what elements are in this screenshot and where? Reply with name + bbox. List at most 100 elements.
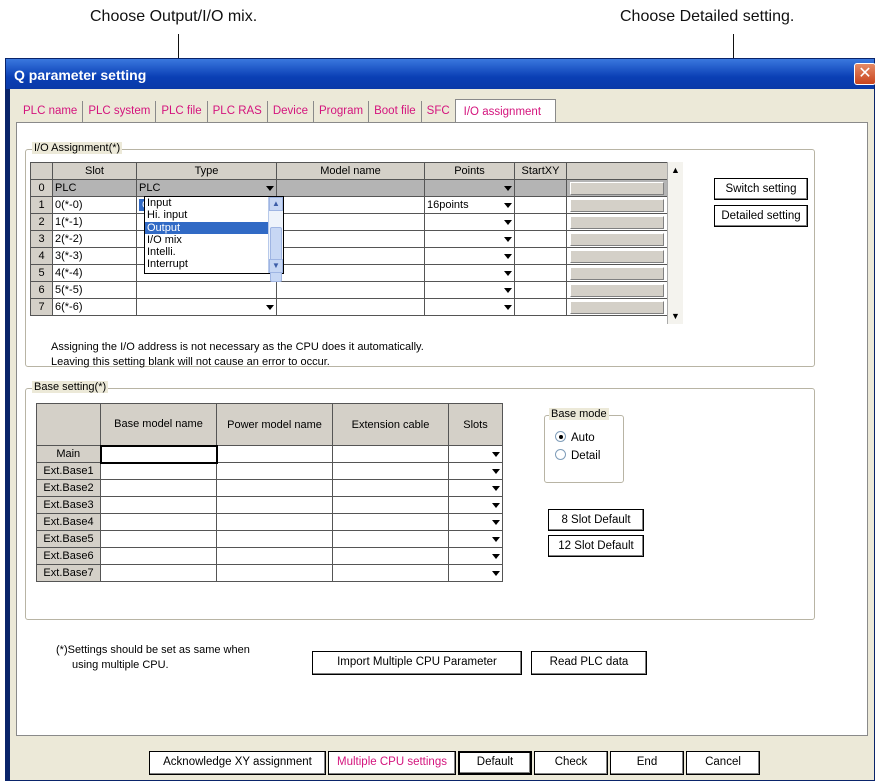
option-io-mix[interactable]: I/O mix [145, 234, 283, 246]
power-model-cell[interactable] [216, 564, 333, 582]
chevron-down-icon[interactable] [504, 220, 512, 225]
tab-program[interactable]: Program [314, 101, 370, 123]
cancel-button[interactable]: Cancel [686, 751, 760, 775]
chevron-down-icon[interactable] [492, 469, 500, 474]
tab-plc-file[interactable]: PLC file [156, 101, 208, 123]
extra-cell[interactable] [566, 213, 668, 231]
power-model-cell[interactable] [216, 496, 333, 514]
base-model-cell[interactable] [100, 496, 217, 514]
startxy-cell[interactable] [514, 298, 567, 316]
extra-cell[interactable] [566, 264, 668, 282]
slots-cell[interactable] [448, 445, 503, 463]
slots-cell[interactable] [448, 564, 503, 582]
dropdown-scrollbar[interactable]: ▲ ▼ [268, 197, 283, 282]
check-button[interactable]: Check [534, 751, 608, 775]
model-cell[interactable] [276, 247, 425, 265]
extension-cable-cell[interactable] [332, 445, 449, 463]
startxy-cell[interactable] [514, 230, 567, 248]
extra-cell[interactable] [566, 196, 668, 214]
chevron-down-icon[interactable] [492, 503, 500, 508]
chevron-down-icon[interactable] [504, 237, 512, 242]
slots-cell[interactable] [448, 479, 503, 497]
chevron-down-icon[interactable] [504, 288, 512, 293]
model-cell[interactable] [276, 196, 425, 214]
option-hi-input[interactable]: Hi. input [145, 209, 283, 221]
option-input[interactable]: Input [145, 197, 283, 209]
close-button[interactable]: ✕ [854, 63, 875, 85]
title-bar[interactable]: Q parameter setting ✕ [6, 59, 875, 89]
chevron-down-icon[interactable] [504, 271, 512, 276]
startxy-cell[interactable] [514, 196, 567, 214]
type-cell[interactable]: PLC [136, 179, 277, 197]
extension-cable-cell[interactable] [332, 462, 449, 480]
points-cell[interactable] [424, 247, 515, 265]
points-cell[interactable] [424, 264, 515, 282]
scroll-up-icon[interactable]: ▲ [269, 197, 283, 211]
slots-cell[interactable] [448, 496, 503, 514]
model-cell[interactable] [276, 298, 425, 316]
chevron-down-icon[interactable] [492, 554, 500, 559]
points-cell[interactable] [424, 213, 515, 231]
scroll-down-icon[interactable]: ▼ [269, 259, 283, 273]
startxy-cell[interactable] [514, 281, 567, 299]
chevron-down-icon[interactable] [504, 305, 512, 310]
tab-sfc[interactable]: SFC [422, 101, 455, 123]
slots-cell[interactable] [448, 462, 503, 480]
extension-cable-cell[interactable] [332, 479, 449, 497]
chevron-down-icon[interactable] [492, 520, 500, 525]
tab-io-assignment[interactable]: I/O assignment [454, 99, 557, 123]
extra-cell[interactable] [566, 298, 668, 316]
scroll-down-icon[interactable]: ▼ [668, 308, 683, 324]
model-cell[interactable] [276, 264, 425, 282]
extra-cell[interactable] [566, 281, 668, 299]
option-output[interactable]: Output [145, 221, 283, 234]
base-model-cell[interactable] [100, 462, 217, 480]
model-cell[interactable] [276, 281, 425, 299]
power-model-cell[interactable] [216, 530, 333, 548]
slots-cell[interactable] [448, 530, 503, 548]
chevron-down-icon[interactable] [492, 486, 500, 491]
model-cell[interactable] [276, 213, 425, 231]
power-model-cell[interactable] [216, 479, 333, 497]
startxy-cell[interactable] [514, 247, 567, 265]
slots-cell[interactable] [448, 547, 503, 565]
type-dropdown-list[interactable]: Input Hi. input Output I/O mix Intelli. … [144, 196, 284, 282]
points-cell[interactable]: 16points [424, 196, 515, 214]
chevron-down-icon[interactable] [492, 571, 500, 576]
chevron-down-icon[interactable] [492, 537, 500, 542]
slot12-default-button[interactable]: 12 Slot Default [548, 535, 644, 557]
type-cell[interactable] [136, 298, 277, 316]
base-model-cell[interactable] [100, 513, 217, 531]
power-model-cell[interactable] [216, 513, 333, 531]
multiple-cpu-settings-button[interactable]: Multiple CPU settings [328, 751, 456, 775]
chevron-down-icon[interactable] [266, 305, 274, 310]
startxy-cell[interactable] [514, 264, 567, 282]
base-model-cell[interactable] [100, 530, 217, 548]
detailed-setting-button[interactable]: Detailed setting [714, 205, 808, 227]
slot8-default-button[interactable]: 8 Slot Default [548, 509, 644, 531]
tab-device[interactable]: Device [268, 101, 314, 123]
option-intelli[interactable]: Intelli. [145, 246, 283, 258]
extension-cable-cell[interactable] [332, 513, 449, 531]
ack-xy-assignment-button[interactable]: Acknowledge XY assignment [149, 751, 326, 775]
base-model-cell[interactable] [100, 479, 217, 497]
scroll-thumb[interactable] [270, 227, 282, 282]
option-interrupt[interactable]: Interrupt [145, 258, 283, 270]
chevron-down-icon[interactable] [504, 254, 512, 259]
tab-plc-system[interactable]: PLC system [83, 101, 157, 123]
io-grid-scrollbar[interactable]: ▲ ▼ [667, 162, 683, 324]
model-cell[interactable] [276, 230, 425, 248]
extension-cable-cell[interactable] [332, 530, 449, 548]
tab-plc-ras[interactable]: PLC RAS [208, 101, 268, 123]
radio-auto[interactable]: Auto [555, 431, 595, 444]
end-button[interactable]: End [610, 751, 684, 775]
extension-cable-cell[interactable] [332, 564, 449, 582]
power-model-cell[interactable] [216, 547, 333, 565]
points-cell[interactable] [424, 298, 515, 316]
power-model-cell[interactable] [216, 445, 333, 463]
import-multiple-cpu-button[interactable]: Import Multiple CPU Parameter [312, 651, 522, 675]
type-cell[interactable] [136, 281, 277, 299]
read-plc-data-button[interactable]: Read PLC data [531, 651, 647, 675]
slots-cell[interactable] [448, 513, 503, 531]
radio-detail[interactable]: Detail [555, 449, 600, 462]
